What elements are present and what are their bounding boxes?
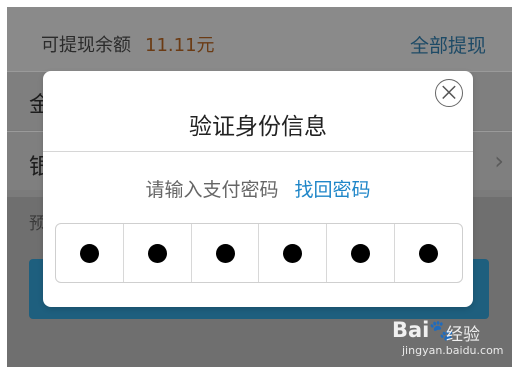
password-input[interactable] [55,223,463,283]
password-prompt-row: 请输入支付密码 找回密码 [43,175,473,202]
watermark-text: 经验 [446,325,480,345]
watermark-url: jingyan.baidu.com [402,344,504,357]
chevron-right-icon: › [494,147,504,175]
password-digit-cell [122,224,191,282]
password-digit-cell [394,224,462,282]
baidu-logo: Bai🐾 [392,318,454,342]
close-icon[interactable]: ⨉ [435,79,463,107]
password-prompt: 请输入支付密码 [145,179,279,201]
password-dot [215,243,235,263]
forgot-password-link[interactable]: 找回密码 [295,179,371,201]
password-dot [419,243,439,263]
dialog-divider [43,151,473,152]
balance-amount: 11.11元 [145,35,215,56]
app-screen: 可提现余额 11.11元 全部提现 金 银 › 预 ⨉ 验证身份信息 请输入支付… [7,7,512,367]
password-dot [283,243,303,263]
withdraw-all-link[interactable]: 全部提现 [410,31,486,58]
password-digit-cell [190,224,259,282]
password-digit-cell [326,224,394,282]
balance-label: 可提现余额 [41,35,131,56]
password-digit-cell [56,224,123,282]
verify-identity-dialog: ⨉ 验证身份信息 请输入支付密码 找回密码 [43,71,473,307]
dialog-title: 验证身份信息 [189,114,327,140]
baidu-logo-text: Bai [392,318,430,342]
password-dot [79,243,99,263]
password-dot [147,243,167,263]
password-dot [351,243,371,263]
password-digit-cell [258,224,326,282]
balance-header: 可提现余额 11.11元 全部提现 [7,7,512,71]
